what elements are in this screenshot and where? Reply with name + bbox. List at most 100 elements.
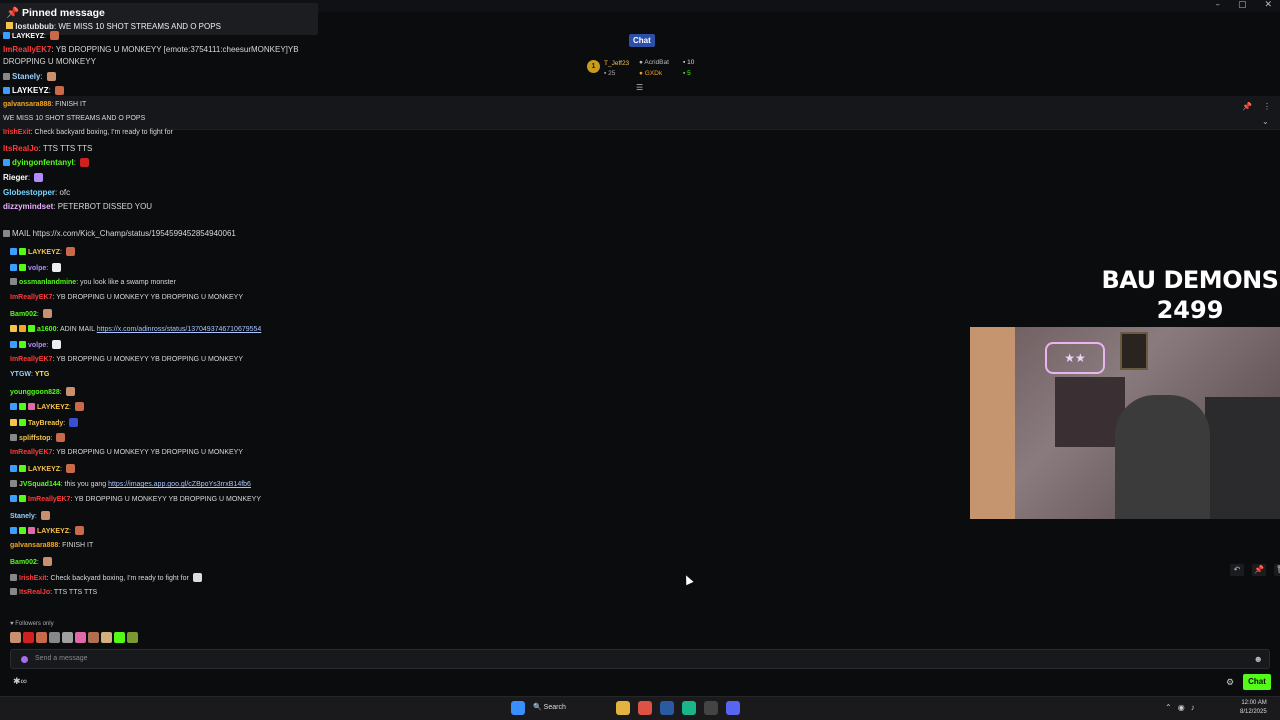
- emote-icon[interactable]: [23, 632, 34, 643]
- pin-icon[interactable]: 📌: [1252, 564, 1266, 576]
- emote-icon[interactable]: [49, 632, 60, 643]
- badge-icon: [3, 159, 10, 166]
- emote-icon[interactable]: [127, 632, 138, 643]
- chat-line: galvansara888: FINISH IT: [10, 542, 94, 549]
- chrome-icon[interactable]: [638, 701, 652, 715]
- chat-message: dyingonfentanyl:: [3, 158, 91, 167]
- chat-link[interactable]: https://x.com/adinross/status/1370493746…: [97, 326, 262, 333]
- rank-badge: 1: [587, 60, 600, 73]
- app-icon[interactable]: [704, 701, 718, 715]
- maximize-icon[interactable]: ▢: [1238, 0, 1247, 10]
- chevron-up-icon[interactable]: ⌃: [1165, 703, 1172, 712]
- leader-user2[interactable]: ● AcridBat: [639, 59, 669, 66]
- leader-user1-count: ▪ 25: [604, 70, 616, 77]
- chat-line: JVSquad144: this you gang https://images…: [10, 480, 251, 488]
- chat-message: Globestopper: ofc: [3, 188, 71, 197]
- emoji-icon[interactable]: ☻: [1254, 654, 1263, 664]
- overlay-line1: BAU DEMONS: [1101, 266, 1279, 294]
- chat-message: Stanely:: [3, 72, 58, 81]
- chat-line: IrishExit: Check backyard boxing, I'm re…: [10, 573, 204, 582]
- expand-icon[interactable]: ☰: [636, 83, 643, 92]
- emote-icon: [80, 158, 90, 167]
- chat-message: WE MISS 10 SHOT STREAMS AND O POPS: [3, 115, 146, 122]
- chat-line: ImReallyEK7: YB DROPPING U MONKEYY YB DR…: [10, 495, 261, 503]
- emote-icon: [46, 72, 56, 81]
- trash-icon[interactable]: 🗑: [1274, 564, 1280, 576]
- undo-icon[interactable]: ↶: [1230, 564, 1244, 576]
- chat-line: ImReallyEK7: YB DROPPING U MONKEYY YB DR…: [10, 294, 244, 301]
- chat-tab[interactable]: Chat: [629, 34, 655, 47]
- chat-message: Rieger:: [3, 173, 45, 182]
- chat-line: TayBready:: [10, 418, 80, 427]
- chat-line: ItsRealJo: TTS TTS TTS: [10, 588, 97, 596]
- chat-message: LAYKEYZ:: [3, 31, 61, 40]
- emote-icon: [49, 31, 59, 40]
- chat-line: Bam002:: [10, 309, 54, 318]
- folder-icon[interactable]: [616, 701, 630, 715]
- chat-line: ossmanlandmine: you look like a swamp mo…: [10, 278, 176, 286]
- chair: [1205, 397, 1280, 519]
- emote-icon[interactable]: [101, 632, 112, 643]
- emote-icon: [55, 86, 65, 95]
- chat-line: LAYKEYZ:: [10, 402, 86, 411]
- chat-message: ImReallyEK7: YB DROPPING U MONKEYY [emot…: [3, 45, 299, 54]
- chat-link[interactable]: https://images.app.goo.gl/cZBpoYs3rrxB14…: [108, 481, 251, 488]
- close-icon[interactable]: ✕: [1264, 0, 1272, 10]
- pin-icon[interactable]: 📌: [1242, 102, 1252, 111]
- emote-icon: [34, 173, 44, 182]
- chat-line: ImReallyEK7: YB DROPPING U MONKEYY YB DR…: [10, 449, 244, 456]
- mod-tools-icon[interactable]: ✱∞: [13, 676, 27, 687]
- taskbar-search[interactable]: 🔍 Search: [533, 701, 608, 715]
- leader-user3[interactable]: ● GXDk: [639, 70, 662, 77]
- chat-line: ImReallyEK7: YB DROPPING U MONKEYY YB DR…: [10, 356, 244, 363]
- app-icon[interactable]: [682, 701, 696, 715]
- chat-line: spliffstop:: [10, 433, 67, 442]
- more-icon[interactable]: ⋮: [1263, 102, 1271, 111]
- taskbar: 🔍 Search ⌃ ◉ ♪ 12:00 AM 8/12/2025: [0, 696, 1280, 720]
- chat-tools: ↶ 📌 🗑: [1230, 564, 1280, 576]
- discord-icon[interactable]: [726, 701, 740, 715]
- chevron-down-icon[interactable]: ⌄: [1262, 117, 1269, 126]
- emote-icon[interactable]: [75, 632, 86, 643]
- emote-icon[interactable]: [114, 632, 125, 643]
- leader-user3-count: ▪ 5: [683, 70, 691, 77]
- emote-icon[interactable]: [36, 632, 47, 643]
- chat-message: dizzymindset: PETERBOT DISSED YOU: [3, 202, 153, 211]
- chat-message: DROPPING U MONKEYY: [3, 57, 96, 66]
- chat-line: LAYKEYZ:: [10, 464, 77, 473]
- emote-bar[interactable]: [10, 632, 138, 643]
- badge-icon: [3, 230, 10, 237]
- volume-icon[interactable]: ♪: [1191, 703, 1195, 712]
- chat-line: LAYKEYZ:: [10, 247, 77, 256]
- chat-message: LAYKEYZ:: [3, 86, 66, 95]
- emote-icon[interactable]: [88, 632, 99, 643]
- streamer-figure: [1115, 395, 1210, 519]
- leader-user1[interactable]: T_Jeff23: [604, 60, 629, 67]
- windows-start-icon[interactable]: [511, 701, 525, 715]
- steam-icon[interactable]: [660, 701, 674, 715]
- neon-sign: ★★: [1045, 342, 1105, 374]
- chat-message: galvansara888: FINISH IT: [3, 101, 87, 108]
- chat-line: volpe:: [10, 340, 63, 349]
- webcam-feed: ★★: [970, 327, 1280, 519]
- gear-icon[interactable]: ⚙: [1226, 677, 1234, 688]
- taskbar-clock[interactable]: 12:00 AM 8/12/2025: [1240, 699, 1267, 717]
- system-tray[interactable]: ⌃ ◉ ♪: [1165, 703, 1195, 712]
- chat-input-placeholder[interactable]: Send a message: [35, 655, 88, 662]
- user-avatar-icon: [21, 656, 28, 663]
- network-icon[interactable]: ◉: [1178, 703, 1185, 712]
- send-chat-button[interactable]: Chat: [1243, 674, 1271, 690]
- emote-icon[interactable]: [10, 632, 21, 643]
- window-controls[interactable]: – ▢ ✕: [1215, 0, 1272, 10]
- chat-line: YTGW: YTG: [10, 371, 50, 378]
- chat-panel: LAYKEYZ: ImReallyEK7: YB DROPPING U MONK…: [0, 28, 330, 648]
- chat-line: Bam002:: [10, 557, 54, 566]
- chat-line: LAYKEYZ:: [10, 526, 86, 535]
- badge-icon: [3, 87, 10, 94]
- chat-line: volpe:: [10, 263, 63, 272]
- chat-line: younggoon828:: [10, 387, 77, 396]
- chat-line: a1600: ADIN MAIL https://x.com/adinross/…: [10, 325, 261, 333]
- chat-input[interactable]: Send a message ☻: [10, 649, 1270, 669]
- emote-icon[interactable]: [62, 632, 73, 643]
- minimize-icon[interactable]: –: [1215, 0, 1220, 10]
